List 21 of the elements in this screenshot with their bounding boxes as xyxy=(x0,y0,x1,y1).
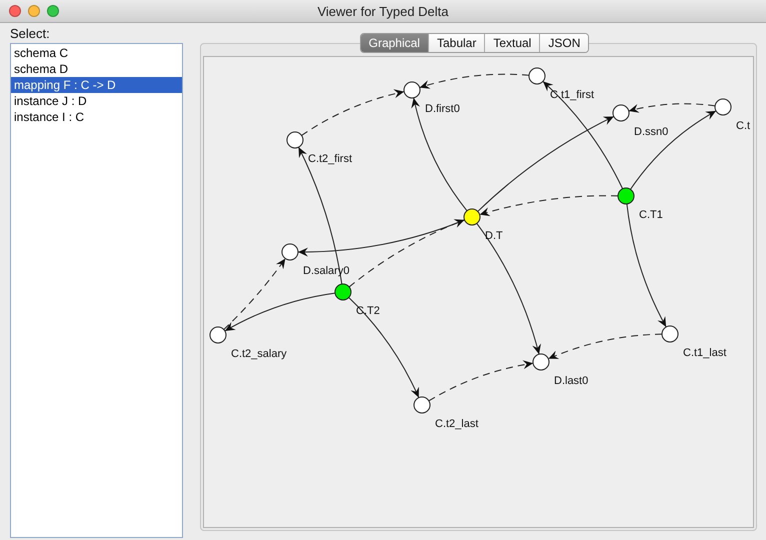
node-label: C.T1 xyxy=(639,209,663,221)
node-label: D.first0 xyxy=(425,103,460,115)
node-label: C.t2_salary xyxy=(231,348,287,360)
node-label: C.t1_last xyxy=(683,347,726,359)
list-item[interactable]: mapping F : C -> D xyxy=(11,77,182,93)
tab[interactable]: Textual xyxy=(484,34,540,52)
window-title: Viewer for Typed Delta xyxy=(317,4,449,18)
node-label: C.t2_last xyxy=(435,418,478,430)
select-label: Select: xyxy=(10,26,51,41)
node-label: D.last0 xyxy=(554,375,588,387)
list-item[interactable]: instance I : C xyxy=(11,109,182,125)
node-label: D.ssn0 xyxy=(634,126,668,138)
list-item[interactable]: schema C xyxy=(11,45,182,61)
node-label: C.t2_first xyxy=(308,153,352,165)
tab[interactable]: JSON xyxy=(539,34,588,52)
node-label: C.t xyxy=(736,120,750,132)
list-item[interactable]: schema D xyxy=(11,61,182,77)
list-item[interactable]: instance J : D xyxy=(11,93,182,109)
node-label: D.T xyxy=(485,230,503,242)
tab[interactable]: Tabular xyxy=(428,34,484,52)
tab[interactable]: Graphical xyxy=(360,34,428,52)
